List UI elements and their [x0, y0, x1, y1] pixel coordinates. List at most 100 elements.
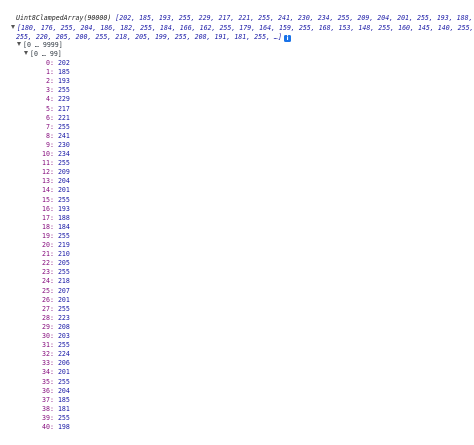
triangle-down-icon[interactable]: [24, 51, 28, 55]
array-entry-value: 205: [57, 259, 70, 268]
array-preview-toggle[interactable]: [180, 176, 255, 204, 186, 182, 255, 184,…: [11, 24, 474, 32]
array-entry-value: 241: [57, 131, 70, 140]
array-entry-index: 15: [42, 195, 50, 204]
array-entry-value: 184: [57, 222, 70, 231]
array-type-label: Uint8ClampedArray(90000): [16, 14, 112, 22]
array-entry-row: 15: 255: [36, 196, 70, 204]
array-entry-row: 3: 255: [36, 86, 70, 94]
array-entry-index: 27: [42, 304, 50, 313]
array-preview-line-1: [180, 176, 255, 204, 186, 182, 255, 184,…: [17, 24, 474, 32]
array-preview-continued: 255, 220, 205, 200, 255, 218, 205, 199, …: [16, 33, 291, 42]
array-entry-row: 28: 223: [36, 314, 70, 322]
array-entry-separator: :: [50, 386, 58, 395]
array-entry-separator: :: [50, 332, 58, 340]
array-entry-row: 5: 217: [36, 105, 70, 113]
info-icon[interactable]: i: [283, 35, 291, 42]
array-entry-separator: :: [50, 86, 58, 95]
array-entry-row: 24: 218: [36, 277, 70, 285]
array-entry-index: 30: [42, 332, 50, 340]
array-entry-value: 201: [57, 295, 70, 304]
array-entry-value: 230: [57, 140, 70, 149]
array-entry-index: 22: [42, 259, 50, 268]
array-entry-value: 255: [57, 304, 70, 313]
array-entry-index: 34: [42, 368, 50, 377]
array-entry-row: 39: 255: [36, 414, 70, 422]
array-entry-separator: :: [50, 59, 58, 67]
range-group-inner[interactable]: [0 … 99]: [24, 50, 62, 58]
array-entry-index: 20: [42, 241, 50, 249]
array-entry-value: 255: [57, 413, 70, 422]
array-entry-separator: :: [50, 204, 58, 213]
array-entry-row: 27: 255: [36, 305, 70, 313]
array-entry-separator: :: [50, 359, 58, 368]
array-entry-value: 255: [57, 195, 70, 204]
array-entry-index: 39: [42, 413, 50, 422]
array-entry-index: 23: [42, 268, 50, 277]
array-entry-value: 193: [57, 204, 70, 213]
array-entry-row: 7: 255: [36, 123, 70, 131]
triangle-down-icon[interactable]: [17, 42, 21, 46]
array-entry-row: 33: 206: [36, 359, 70, 367]
array-entry-index: 19: [42, 231, 50, 240]
array-entry-row: 20: 219: [36, 241, 70, 249]
array-entry-row: 2: 193: [36, 77, 70, 85]
array-entry-row: 11: 255: [36, 159, 70, 167]
array-entry-value: 207: [57, 286, 70, 295]
array-summary[interactable]: Uint8ClampedArray(90000) [202, 185, 193,…: [16, 14, 474, 22]
array-entry-row: 8: 241: [36, 132, 70, 140]
array-entry-row: 25: 207: [36, 287, 70, 295]
array-entry-value: 208: [57, 322, 70, 331]
array-entry-index: 40: [42, 423, 50, 431]
array-entry-row: 19: 255: [36, 232, 70, 240]
array-entry-index: 25: [42, 286, 50, 295]
array-entry-row: 10: 234: [36, 150, 70, 158]
array-entry-value: 203: [57, 332, 70, 340]
array-entry-value: 188: [57, 213, 70, 222]
array-entry-value: 201: [57, 368, 70, 377]
array-entry-row: 21: 210: [36, 250, 70, 258]
triangle-down-icon[interactable]: [11, 25, 15, 29]
array-entry-index: 33: [42, 359, 50, 368]
array-entry-separator: :: [50, 413, 58, 422]
array-entry-row: 14: 201: [36, 186, 70, 194]
array-entry-separator: :: [50, 241, 58, 249]
array-entry-separator: :: [50, 295, 58, 304]
array-entry-separator: :: [50, 186, 58, 195]
array-entry-value: 209: [57, 168, 70, 177]
array-entry-index: 14: [42, 186, 50, 195]
array-entry-separator: :: [50, 168, 58, 177]
array-entry-value: 221: [57, 113, 70, 122]
array-entry-separator: :: [50, 140, 58, 149]
array-entry-row: 13: 204: [36, 177, 70, 185]
range-group-outer[interactable]: [0 … 9999]: [17, 41, 63, 49]
array-entry-separator: :: [50, 77, 58, 86]
array-entry-separator: :: [50, 277, 58, 286]
array-entry-index: 8: [46, 131, 50, 140]
range-inner-label: [0 … 99]: [30, 50, 62, 58]
array-entry-index: 35: [42, 377, 50, 386]
array-entry-row: 16: 193: [36, 205, 70, 213]
array-entry-index: 12: [42, 168, 50, 177]
array-entry-row: 29: 208: [36, 323, 70, 331]
array-entry-value: 229: [57, 95, 70, 104]
array-entry-index: 36: [42, 386, 50, 395]
array-entry-row: 12: 209: [36, 168, 70, 176]
array-entry-separator: :: [50, 322, 58, 331]
array-entry-index: 28: [42, 313, 50, 322]
array-entry-value: 201: [57, 186, 70, 195]
array-entry-value: 255: [57, 341, 70, 350]
array-entry-index: 24: [42, 277, 50, 286]
array-entry-value: 181: [57, 404, 70, 413]
array-entry-index: 21: [42, 250, 50, 259]
array-entry-value: 219: [57, 241, 70, 249]
array-entry-value: 255: [57, 268, 70, 277]
array-entry-value: 185: [57, 395, 70, 404]
range-outer-label: [0 … 9999]: [23, 41, 63, 49]
array-entry-value: 206: [57, 359, 70, 368]
array-entry-separator: :: [50, 313, 58, 322]
array-entry-index: 38: [42, 404, 50, 413]
array-entry-index: 17: [42, 213, 50, 222]
array-entry-separator: :: [50, 341, 58, 350]
array-entry-separator: :: [50, 68, 58, 77]
array-entry-value: 224: [57, 350, 70, 359]
